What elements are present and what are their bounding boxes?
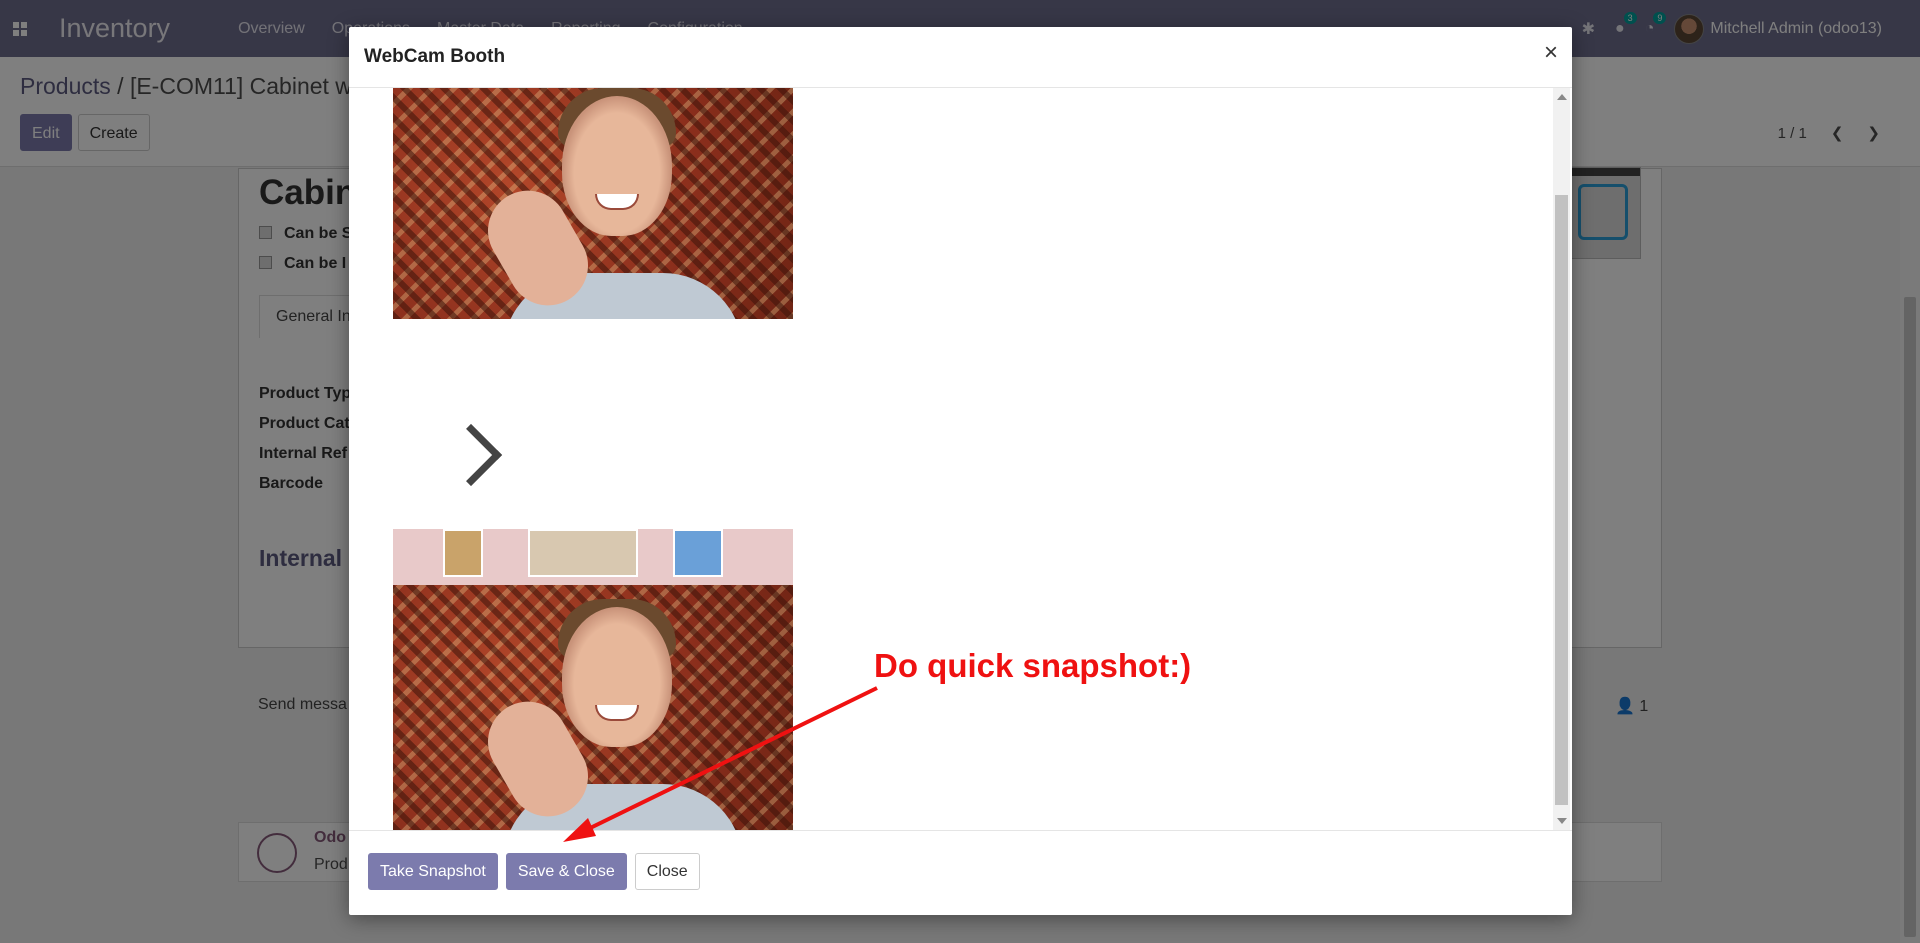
close-button[interactable]: Close: [634, 853, 700, 890]
modal-footer: Take Snapshot Save & Close Close: [349, 830, 1572, 915]
save-close-button[interactable]: Save & Close: [505, 853, 627, 890]
modal-scrollbar[interactable]: [1553, 88, 1570, 830]
webcam-booth-dialog: WebCam Booth × Take Snapshot Save & Clos…: [349, 27, 1572, 915]
snapshot-preview: [393, 88, 793, 319]
modal-header: WebCam Booth ×: [349, 27, 1572, 88]
modal-title: WebCam Booth: [364, 46, 506, 67]
chevron-right-icon: [439, 423, 503, 487]
close-icon[interactable]: ×: [1544, 41, 1558, 65]
annotation-text: Do quick snapshot:): [874, 647, 1192, 684]
live-camera-view: [393, 529, 793, 830]
take-snapshot-button[interactable]: Take Snapshot: [368, 853, 498, 890]
modal-body: [349, 88, 1572, 830]
